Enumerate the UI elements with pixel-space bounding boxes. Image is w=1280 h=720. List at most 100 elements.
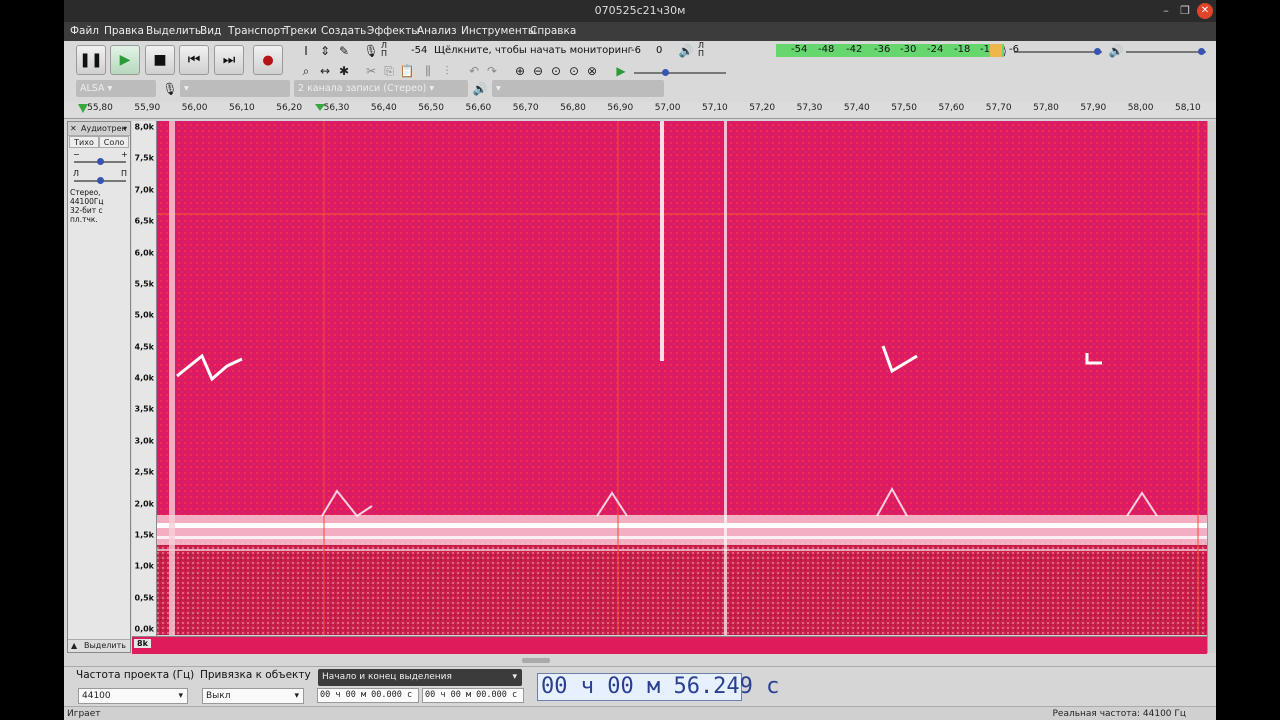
selection-mode-select[interactable]: Начало и конец выделения ▾: [318, 669, 522, 686]
zoom-out-icon[interactable]: ⊖: [530, 63, 546, 79]
pause-button[interactable]: ❚❚: [76, 45, 106, 75]
snap-select[interactable]: Выкл ▾: [202, 688, 304, 704]
play-speed-slider[interactable]: [634, 69, 726, 76]
window-title: 070525с21ч30м: [594, 4, 686, 17]
select-tool-icon[interactable]: I: [298, 43, 314, 59]
skip-start-button[interactable]: ⏮: [179, 45, 209, 75]
speaker-icon-2[interactable]: 🔊: [1108, 43, 1124, 59]
menu-bar: Файл Правка Выделить Вид Транспорт Треки…: [64, 22, 1216, 41]
play-at-speed-icon[interactable]: ▶: [613, 63, 629, 79]
track-info: Стерео, 44100Гц 32-бит с пл.тчк.: [70, 188, 104, 224]
solo-button[interactable]: Соло: [99, 136, 129, 148]
menu-select[interactable]: Выделить: [146, 25, 201, 37]
multi-tool-icon[interactable]: ✱: [336, 63, 352, 79]
play-volume-slider[interactable]: [1126, 48, 1206, 55]
menu-tools[interactable]: Инструменты: [461, 25, 536, 37]
redo-icon[interactable]: ↷: [484, 63, 500, 79]
play-button[interactable]: ▶: [110, 45, 140, 75]
speaker-icon[interactable]: 🔊: [678, 43, 694, 59]
ruler-tick: 56,20: [276, 103, 303, 113]
frequency-tick: 7,0k: [134, 185, 155, 195]
frequency-tick: 0,5k: [134, 593, 155, 603]
trim-icon[interactable]: ⫼: [420, 63, 436, 79]
undo-icon[interactable]: ↶: [466, 63, 482, 79]
zoom-tool-icon[interactable]: ⌕: [298, 63, 314, 79]
draw-tool-icon[interactable]: ✎: [336, 43, 352, 59]
monitor-hint[interactable]: Щёлкните, чтобы начать мониторинг: [434, 45, 633, 56]
record-meter-0: 0: [656, 45, 663, 56]
fit-selection-icon[interactable]: ⊙: [548, 63, 564, 79]
meter-peak-label: -6: [1009, 44, 1019, 55]
minimize-icon[interactable]: –: [1158, 3, 1174, 19]
vertical-scrollbar[interactable]: [1207, 121, 1216, 653]
selection-end-field[interactable]: 00 ч 00 м 00.000 с: [422, 688, 524, 703]
audio-position[interactable]: 00 ч 00 м 56.249 с: [537, 673, 779, 701]
ruler-tick: 57,60: [938, 103, 965, 113]
gain-slider[interactable]: [74, 158, 126, 165]
microphone-icon[interactable]: 🎙: [363, 43, 379, 59]
copy-icon[interactable]: ⎘: [381, 63, 397, 79]
frequency-tick: 3,0k: [134, 436, 155, 446]
audacity-window: 070525с21ч30м – ❐ ✕ Файл Правка Выделить…: [64, 0, 1216, 720]
project-rate-select[interactable]: 44100 ▾: [78, 688, 188, 704]
meter-tick: -24: [927, 44, 944, 55]
frequency-tick: 0,0k: [134, 624, 155, 634]
menu-transport[interactable]: Транспорт: [228, 25, 286, 37]
record-button[interactable]: ●: [253, 45, 283, 75]
selection-start-field[interactable]: 00 ч 00 м 00.000 с: [317, 688, 419, 703]
track-menu-icon[interactable]: ▾: [123, 122, 127, 135]
playback-meter[interactable]: -54 -48 -42 -36 -30 -24 -18 -12 -6: [776, 44, 1019, 57]
track-header[interactable]: ✕ Аудиотрек ▾: [68, 122, 130, 136]
track-name[interactable]: Аудиотрек: [81, 122, 126, 135]
record-channels-select[interactable]: 2 канала записи (Стерео) ▾: [294, 80, 468, 97]
timeshift-tool-icon[interactable]: ↔: [317, 63, 333, 79]
zoom-toggle-icon[interactable]: ⊗: [584, 63, 600, 79]
frequency-tick: 6,5k: [134, 216, 155, 226]
menu-tracks[interactable]: Треки: [284, 25, 317, 37]
host-select[interactable]: ALSA ▾: [76, 80, 156, 97]
stop-button[interactable]: ■: [145, 45, 175, 75]
ruler-tick: 56,10: [229, 103, 255, 113]
menu-effects[interactable]: Эффекты: [367, 25, 420, 37]
ruler-tick: 57,10: [702, 103, 728, 113]
ruler-tick: 58,00: [1127, 103, 1154, 113]
frequency-tick: 3,5k: [134, 404, 155, 414]
track-2-spectrogram[interactable]: 8k: [132, 636, 1207, 654]
pan-right: П: [121, 169, 128, 178]
fit-project-icon[interactable]: ⊙: [566, 63, 582, 79]
skip-end-button[interactable]: ⏭: [214, 45, 244, 75]
status-bar: Играет Реальная частота: 44100 Гц: [64, 706, 1216, 720]
title-bar: 070525с21ч30м – ❐ ✕: [64, 0, 1216, 22]
pan-slider[interactable]: [74, 177, 126, 184]
cut-icon[interactable]: ✂: [363, 63, 379, 79]
zoom-in-icon[interactable]: ⊕: [512, 63, 528, 79]
horizontal-scrollbar[interactable]: [522, 658, 550, 663]
play-device-select[interactable]: ▾: [492, 80, 664, 97]
collapse-icon[interactable]: ▲: [71, 640, 77, 652]
record-volume-slider[interactable]: [1014, 48, 1102, 55]
timeline-ruler[interactable]: 55,80 55,90 56,00 56,10 56,20 56,30 56,40 56,50…: [64, 102, 1216, 119]
menu-edit[interactable]: Правка: [104, 25, 144, 37]
menu-generate[interactable]: Создать: [321, 25, 366, 37]
menu-help[interactable]: Справка: [530, 25, 576, 37]
maximize-icon[interactable]: ❐: [1177, 3, 1193, 19]
frequency-tick: 5,5k: [134, 279, 155, 289]
mute-button[interactable]: Тихо: [69, 136, 99, 148]
menu-file[interactable]: Файл: [70, 25, 99, 37]
spectrogram[interactable]: [157, 121, 1207, 635]
track-select-button[interactable]: ▲ Выделить: [68, 639, 130, 652]
record-device-select[interactable]: ▾: [180, 80, 290, 97]
menu-view[interactable]: Вид: [200, 25, 221, 37]
meter-tick: -30: [900, 44, 917, 55]
track-close-icon[interactable]: ✕: [70, 122, 77, 135]
close-icon[interactable]: ✕: [1197, 3, 1213, 19]
meter-tick: -48: [818, 44, 835, 55]
ruler-tick: 57,80: [1033, 103, 1059, 113]
menu-analyze[interactable]: Анализ: [417, 25, 457, 37]
ruler-tick: 57,90: [1080, 103, 1107, 113]
meter-tick: -54: [791, 44, 808, 55]
ruler-tick: 56,40: [370, 103, 397, 113]
paste-icon[interactable]: 📋: [399, 63, 415, 79]
silence-icon[interactable]: ⫶: [439, 63, 455, 79]
envelope-tool-icon[interactable]: ⇕: [317, 43, 333, 59]
